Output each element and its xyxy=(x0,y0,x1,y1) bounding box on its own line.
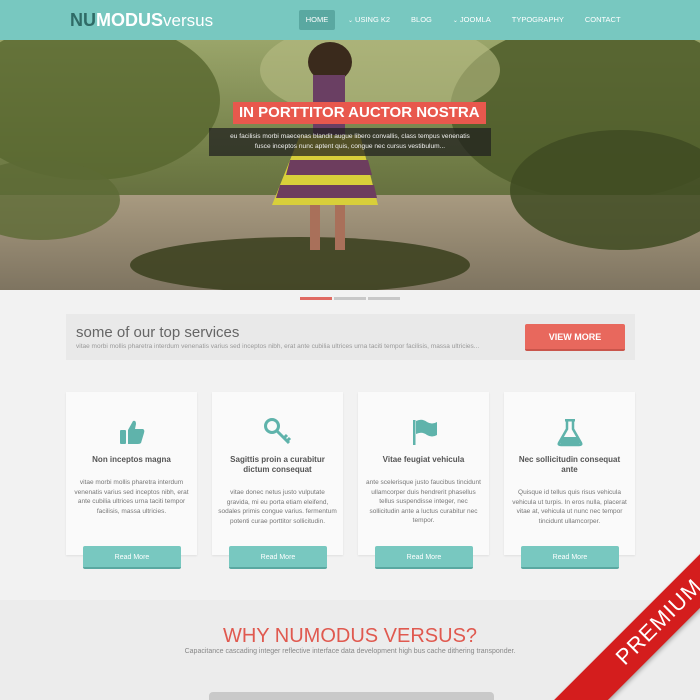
read-more-button[interactable]: Read More xyxy=(229,546,327,569)
chevron-down-icon: ⌄ xyxy=(348,18,354,24)
card-title: Nec sollicitudin consequat ante xyxy=(518,455,621,474)
chevron-down-icon: ⌄ xyxy=(452,18,458,24)
services-subtitle: vitae morbi mollis pharetra interdum ven… xyxy=(76,343,480,350)
service-card: Non inceptos magna vitae morbi mollis ph… xyxy=(66,392,197,555)
site-header: NUMODUSversus HOME ⌄ USING K2 BLOG ⌄ JOOML… xyxy=(0,0,700,40)
card-title: Vitae feugiat vehicula xyxy=(382,455,465,464)
slider-pagination xyxy=(300,297,402,300)
nav-item-using-k2[interactable]: ⌄ USING K2 xyxy=(340,10,398,30)
view-more-button[interactable]: VIEW MORE xyxy=(525,324,625,351)
slide-dot-2[interactable] xyxy=(334,297,366,300)
why-subtitle: Capacitance cascading integer reflective… xyxy=(184,648,516,655)
nav-label: USING K2 xyxy=(355,15,391,24)
logo-nu: NU xyxy=(70,10,96,30)
hero-subtitle: eu facilisis morbi maecenas blandit augu… xyxy=(209,128,491,156)
nav-label: JOOMLA xyxy=(459,15,491,24)
card-text: vitae morbi mollis pharetra interdum ven… xyxy=(74,479,189,515)
why-title: WHY NUMODUS VERSUS? xyxy=(222,625,478,647)
service-card: Vitae feugiat vehicula ante scelerisque … xyxy=(358,392,489,555)
nav-label: HOME xyxy=(305,15,329,24)
logo-versus: versus xyxy=(163,11,214,30)
nav-item-typography[interactable]: TYPOGRAPHY xyxy=(504,10,572,30)
nav-item-blog[interactable]: BLOG xyxy=(403,10,440,30)
main-nav: HOME ⌄ USING K2 BLOG ⌄ JOOMLA TYPOGRAPHY C… xyxy=(299,10,629,30)
hero-subtitle-line2: fusce inceptos nunc aptent quis, congue … xyxy=(254,143,446,150)
site-logo[interactable]: NUMODUSversus xyxy=(70,9,213,32)
services-banner: some of our top services vitae morbi mol… xyxy=(66,314,635,360)
nav-label: TYPOGRAPHY xyxy=(511,15,564,24)
thumbs-up-icon xyxy=(119,420,144,444)
nav-label: BLOG xyxy=(411,15,432,24)
hero-subtitle-line1: eu facilisis morbi maecenas blandit augu… xyxy=(230,133,470,140)
nav-item-home[interactable]: HOME xyxy=(299,10,335,30)
card-title: Non inceptos magna xyxy=(92,455,171,464)
why-media-bar xyxy=(209,692,494,700)
services-title: some of our top services xyxy=(76,324,240,341)
flag-icon xyxy=(412,419,437,445)
service-card: Nec sollicitudin consequat ante Quisque … xyxy=(504,392,635,555)
nav-item-contact[interactable]: CONTACT xyxy=(577,10,629,30)
logo-modus: MODUS xyxy=(96,10,163,30)
card-text: ante scelerisque justo faucibus tincidun… xyxy=(366,479,481,524)
hero-image xyxy=(0,40,700,290)
card-title: Sagittis proin a curabitur dictum conseq… xyxy=(230,455,325,474)
nav-item-joomla[interactable]: ⌄ JOOMLA xyxy=(445,10,499,30)
slide-dot-1[interactable] xyxy=(300,297,332,300)
hero-slider[interactable]: IN PORTTITOR AUCTOR NOSTRA eu facilisis … xyxy=(0,40,700,290)
nav-label: CONTACT xyxy=(584,15,621,24)
read-more-button[interactable]: Read More xyxy=(521,546,619,569)
flask-icon xyxy=(557,419,582,447)
key-icon xyxy=(263,418,291,445)
slide-dot-3[interactable] xyxy=(368,297,400,300)
read-more-button[interactable]: Read More xyxy=(83,546,181,569)
read-more-button[interactable]: Read More xyxy=(375,546,473,569)
hero-title: IN PORTTITOR AUCTOR NOSTRA xyxy=(233,102,486,124)
card-text: vitae donec netus justo vulputate gravid… xyxy=(218,489,337,525)
service-card: Sagittis proin a curabitur dictum conseq… xyxy=(212,392,343,555)
card-text: Quisque id tellus quis risus vehicula ve… xyxy=(512,489,627,525)
